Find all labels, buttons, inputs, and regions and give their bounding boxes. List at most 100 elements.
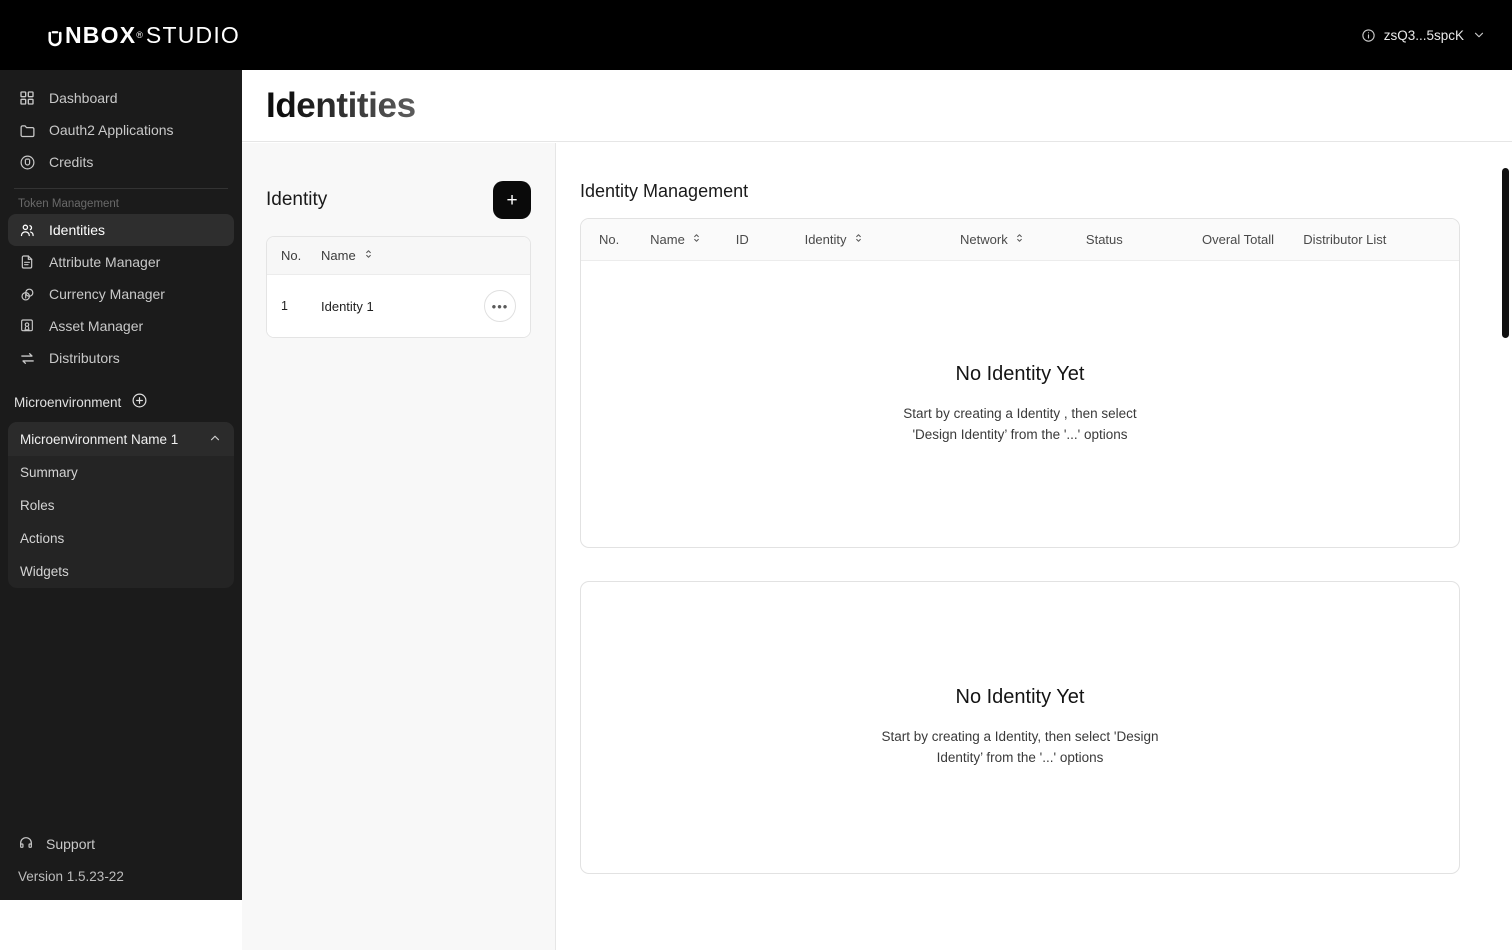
column-header-identity[interactable]: Identity (805, 232, 960, 247)
page-title: Identities (266, 85, 416, 125)
microenvironment-header: Microenvironment (0, 374, 242, 422)
coins-icon (18, 285, 36, 303)
main-content: Identity Management No. Name ID Identity (556, 143, 1512, 950)
sidebar-item-label: Currency Manager (49, 286, 165, 302)
column-label: Distributor List (1303, 232, 1387, 247)
identity-list-header: Identity + (266, 181, 531, 219)
sort-updown-icon[interactable] (691, 232, 702, 247)
column-header-network[interactable]: Network (960, 232, 1086, 247)
column-header-overal-totall: Overal Totall (1202, 232, 1303, 247)
sidebar-item-identities[interactable]: Identities (8, 214, 234, 246)
sidebar-item-support[interactable]: Support (0, 829, 242, 859)
row-index: 1 (281, 299, 288, 313)
microenvironment-item-label: Summary (20, 465, 78, 480)
info-circle-icon (1361, 28, 1376, 43)
table-row[interactable]: 1 Identity 1 ••• (267, 275, 530, 337)
column-label: Name (650, 232, 685, 247)
transfer-arrows-icon (18, 349, 36, 367)
row-name: Identity 1 (321, 298, 374, 314)
row-options-button[interactable]: ••• (484, 290, 516, 322)
column-header-status: Status (1086, 232, 1202, 247)
add-identity-button[interactable]: + (493, 181, 531, 219)
brand-light-text: STUDIO (145, 21, 240, 48)
top-bar: NBOX ® STUDIO zsQ3...5spcK (0, 0, 1512, 70)
sidebar-item-currency-manager[interactable]: Currency Manager (8, 278, 234, 310)
sidebar-section-token-management: Token Management (18, 198, 120, 210)
sidebar: Dashboard Oauth2 Applications Credits To… (0, 70, 242, 900)
sidebar-footer: Support Version 1.5.23-22 (0, 829, 242, 900)
page-scrollbar[interactable] (1500, 143, 1512, 950)
identity-detail-card: No Identity Yet Start by creating a Iden… (580, 581, 1460, 874)
sidebar-item-dashboard[interactable]: Dashboard (8, 82, 234, 114)
brand-registered-mark: ® (136, 29, 143, 40)
identity-management-card: No. Name ID Identity Network Status Over… (580, 218, 1460, 548)
microenvironment-item-label: Roles (20, 498, 55, 513)
folder-icon (18, 121, 36, 139)
sidebar-item-label: Identities (49, 222, 106, 238)
empty-state-subtitle: Start by creating a Identity , then sele… (903, 405, 1137, 442)
column-label: Overal Totall (1201, 232, 1274, 247)
column-header-name-label: Name (321, 248, 356, 263)
headset-icon (18, 835, 34, 854)
sidebar-item-label: Dashboard (49, 90, 118, 106)
identity-mini-table-header: No. Name (267, 237, 530, 275)
sidebar-item-label: Attribute Manager (49, 254, 161, 270)
microenvironment-item-widgets[interactable]: Widgets (8, 555, 234, 588)
microenvironment-item-actions[interactable]: Actions (8, 522, 234, 555)
scrollbar-thumb[interactable] (1502, 168, 1509, 338)
user-account-label: zsQ3...5spcK (1383, 27, 1464, 43)
microenvironment-item-roles[interactable]: Roles (8, 489, 234, 522)
column-label: Network (960, 232, 1008, 247)
sort-updown-icon[interactable] (363, 248, 374, 263)
column-header-name[interactable]: Name (650, 232, 736, 247)
user-menu[interactable]: zsQ3...5spcK (1361, 28, 1486, 43)
sidebar-item-attribute-manager[interactable]: Attribute Manager (8, 246, 234, 278)
sort-updown-icon[interactable] (1014, 232, 1025, 247)
app-version-label: Version 1.5.23-22 (18, 869, 124, 884)
users-icon (18, 221, 36, 239)
microenvironment-label: Microenvironment (14, 394, 122, 410)
certificate-icon (18, 317, 36, 335)
empty-state-table: No Identity Yet Start by creating a Iden… (581, 261, 1459, 547)
u-logo-icon (46, 29, 65, 47)
identity-management-title: Identity Management (580, 181, 749, 201)
chevron-down-icon[interactable] (1472, 28, 1486, 42)
microenvironment-group-title[interactable]: Microenvironment Name 1 (8, 422, 234, 456)
sidebar-item-distributors[interactable]: Distributors (8, 342, 234, 374)
page-header: Identities (242, 70, 1512, 142)
sidebar-item-asset-manager[interactable]: Asset Manager (8, 310, 234, 342)
identity-mini-table: No. Name 1 Identity 1 ••• (266, 236, 531, 338)
document-icon (18, 253, 36, 271)
sidebar-item-label: Credits (49, 154, 94, 170)
column-header-no: No. (599, 232, 650, 247)
microenvironment-item-label: Actions (20, 531, 65, 546)
sidebar-item-label: Asset Manager (49, 318, 144, 334)
empty-state-detail: No Identity Yet Start by creating a Iden… (581, 686, 1459, 769)
column-label: ID (735, 232, 749, 247)
chevron-up-icon[interactable] (208, 431, 222, 448)
identity-list-panel: Identity + No. Name 1 Identity 1 ••• (242, 143, 556, 950)
sidebar-item-label: Distributors (49, 350, 120, 366)
sidebar-item-credits[interactable]: Credits (8, 146, 234, 178)
plus-circle-icon[interactable] (131, 392, 148, 412)
column-header-name[interactable]: Name (321, 248, 374, 263)
sort-updown-icon[interactable] (853, 232, 864, 247)
column-header-no: No. (281, 248, 302, 263)
empty-state-title: No Identity Yet (955, 362, 1085, 385)
sidebar-primary-nav: Dashboard Oauth2 Applications Credits (0, 70, 242, 178)
microenvironment-item-summary[interactable]: Summary (8, 456, 234, 489)
column-header-distributor-list: Distributor List (1303, 232, 1441, 247)
empty-state-subtitle: Start by creating a Identity, then selec… (881, 729, 1159, 765)
sidebar-item-oauth2-applications[interactable]: Oauth2 Applications (8, 114, 234, 146)
brand-logo[interactable]: NBOX ® STUDIO (46, 21, 240, 48)
sidebar-item-label: Support (46, 836, 96, 852)
column-label: Status (1085, 232, 1123, 247)
sidebar-item-label: Oauth2 Applications (49, 122, 174, 138)
empty-state-title: No Identity Yet (955, 686, 1085, 709)
column-header-id: ID (736, 232, 805, 247)
column-label: No. (599, 232, 620, 247)
credits-circle-icon (18, 153, 36, 171)
brand-bold-text: NBOX (65, 21, 137, 48)
microenvironment-group-label: Microenvironment Name 1 (20, 431, 179, 447)
identity-list-title: Identity (266, 189, 328, 210)
